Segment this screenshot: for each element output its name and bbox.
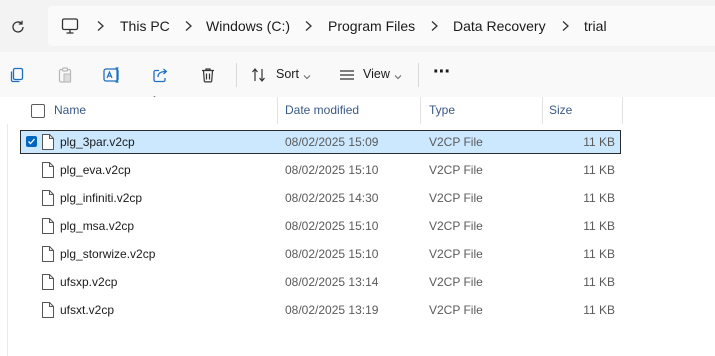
file-row[interactable]: plg_3par.v2cp 08/02/2025 15:09 V2CP File 11… (20, 130, 621, 154)
chevron-down-icon[interactable] (394, 70, 402, 80)
column-divider[interactable] (277, 97, 278, 124)
file-icon (41, 161, 55, 179)
toolbar-separator (418, 63, 419, 87)
breadcrumb-program-files[interactable]: Program Files (328, 6, 415, 46)
file-date: 08/02/2025 13:14 (285, 275, 379, 289)
column-size[interactable]: Size (549, 97, 572, 124)
file-date: 08/02/2025 15:10 (285, 219, 379, 233)
file-size: 11 KB (583, 247, 615, 261)
file-row[interactable]: ufsxt.v2cp 08/02/2025 13:19 V2CP File 11 KB (21, 299, 620, 321)
address-area: This PC Windows (C:) Program Files Data … (0, 0, 715, 52)
chevron-right-icon[interactable] (94, 19, 106, 33)
file-name[interactable]: plg_storwize.v2cp (60, 243, 155, 265)
file-row[interactable]: plg_infiniti.v2cp 08/02/2025 14:30 V2CP Fi… (21, 187, 620, 209)
file-name[interactable]: plg_msa.v2cp (60, 215, 134, 237)
file-size: 11 KB (583, 135, 615, 149)
column-name[interactable]: Name (54, 97, 86, 124)
column-date-modified[interactable]: Date modified (285, 97, 359, 124)
file-type: V2CP File (429, 135, 483, 149)
paste-icon[interactable] (54, 64, 76, 86)
pane-divider (7, 124, 8, 356)
row-checkbox[interactable] (26, 136, 37, 147)
breadcrumb-this-pc[interactable]: This PC (120, 6, 170, 46)
more-options-button[interactable]: ··· (433, 61, 451, 84)
file-type: V2CP File (429, 219, 483, 233)
file-type: V2CP File (429, 247, 483, 261)
file-type: V2CP File (429, 191, 483, 205)
view-button[interactable]: View (363, 67, 390, 81)
file-icon (41, 217, 55, 235)
file-row[interactable]: plg_storwize.v2cp 08/02/2025 15:10 V2CP Fi… (21, 243, 620, 265)
column-divider[interactable] (420, 97, 421, 124)
refresh-icon[interactable] (8, 17, 28, 37)
file-name[interactable]: ufsxp.v2cp (60, 271, 117, 293)
file-row[interactable]: ufsxp.v2cp 08/02/2025 13:14 V2CP File 11 KB (21, 271, 620, 293)
file-date: 08/02/2025 14:30 (285, 191, 379, 205)
file-name[interactable]: ufsxt.v2cp (60, 299, 114, 321)
select-all-checkbox[interactable] (31, 104, 45, 118)
file-size: 11 KB (583, 191, 615, 205)
file-type: V2CP File (429, 303, 483, 317)
chevron-right-icon[interactable] (302, 19, 314, 33)
file-name[interactable]: plg_3par.v2cp (60, 131, 135, 153)
breadcrumb-data-recovery[interactable]: Data Recovery (453, 6, 546, 46)
chevron-down-icon[interactable] (303, 70, 311, 80)
file-icon (41, 133, 55, 151)
rename-icon[interactable] (101, 64, 123, 86)
file-name[interactable]: plg_infiniti.v2cp (60, 187, 142, 209)
delete-icon[interactable] (197, 64, 219, 86)
sort-button[interactable]: Sort (276, 67, 299, 81)
chevron-right-icon[interactable] (428, 19, 440, 33)
file-row[interactable]: plg_eva.v2cp 08/02/2025 15:10 V2CP File 11 … (21, 159, 620, 181)
file-type: V2CP File (429, 163, 483, 177)
file-date: 08/02/2025 15:09 (285, 135, 379, 149)
file-size: 11 KB (583, 275, 615, 289)
column-divider[interactable] (622, 97, 623, 124)
address-bar[interactable]: This PC Windows (C:) Program Files Data … (48, 6, 715, 46)
file-size: 11 KB (583, 163, 615, 177)
chevron-right-icon[interactable] (182, 19, 194, 33)
file-icon (41, 189, 55, 207)
file-name[interactable]: plg_eva.v2cp (60, 159, 131, 181)
file-size: 11 KB (583, 219, 615, 233)
command-bar: Sort View ··· (0, 52, 715, 98)
file-icon (41, 301, 55, 319)
file-type: V2CP File (429, 275, 483, 289)
column-header: Name Date modified Type Size (0, 97, 715, 124)
share-icon[interactable] (149, 64, 171, 86)
file-date: 08/02/2025 15:10 (285, 163, 379, 177)
chevron-right-icon[interactable] (559, 19, 571, 33)
toolbar-separator (236, 63, 237, 87)
breadcrumb-trial[interactable]: trial (584, 6, 607, 46)
sort-icon[interactable] (249, 64, 269, 86)
copy-icon[interactable] (6, 64, 28, 86)
file-icon (41, 245, 55, 263)
view-icon[interactable] (336, 64, 358, 86)
file-row[interactable]: plg_msa.v2cp 08/02/2025 15:10 V2CP File 11 … (21, 215, 620, 237)
computer-icon[interactable] (60, 16, 80, 36)
file-size: 11 KB (583, 303, 615, 317)
breadcrumb-windows-c[interactable]: Windows (C:) (206, 6, 290, 46)
file-icon (41, 273, 55, 291)
column-type[interactable]: Type (429, 97, 455, 124)
file-date: 08/02/2025 13:19 (285, 303, 379, 317)
file-date: 08/02/2025 15:10 (285, 247, 379, 261)
column-divider[interactable] (542, 97, 543, 124)
